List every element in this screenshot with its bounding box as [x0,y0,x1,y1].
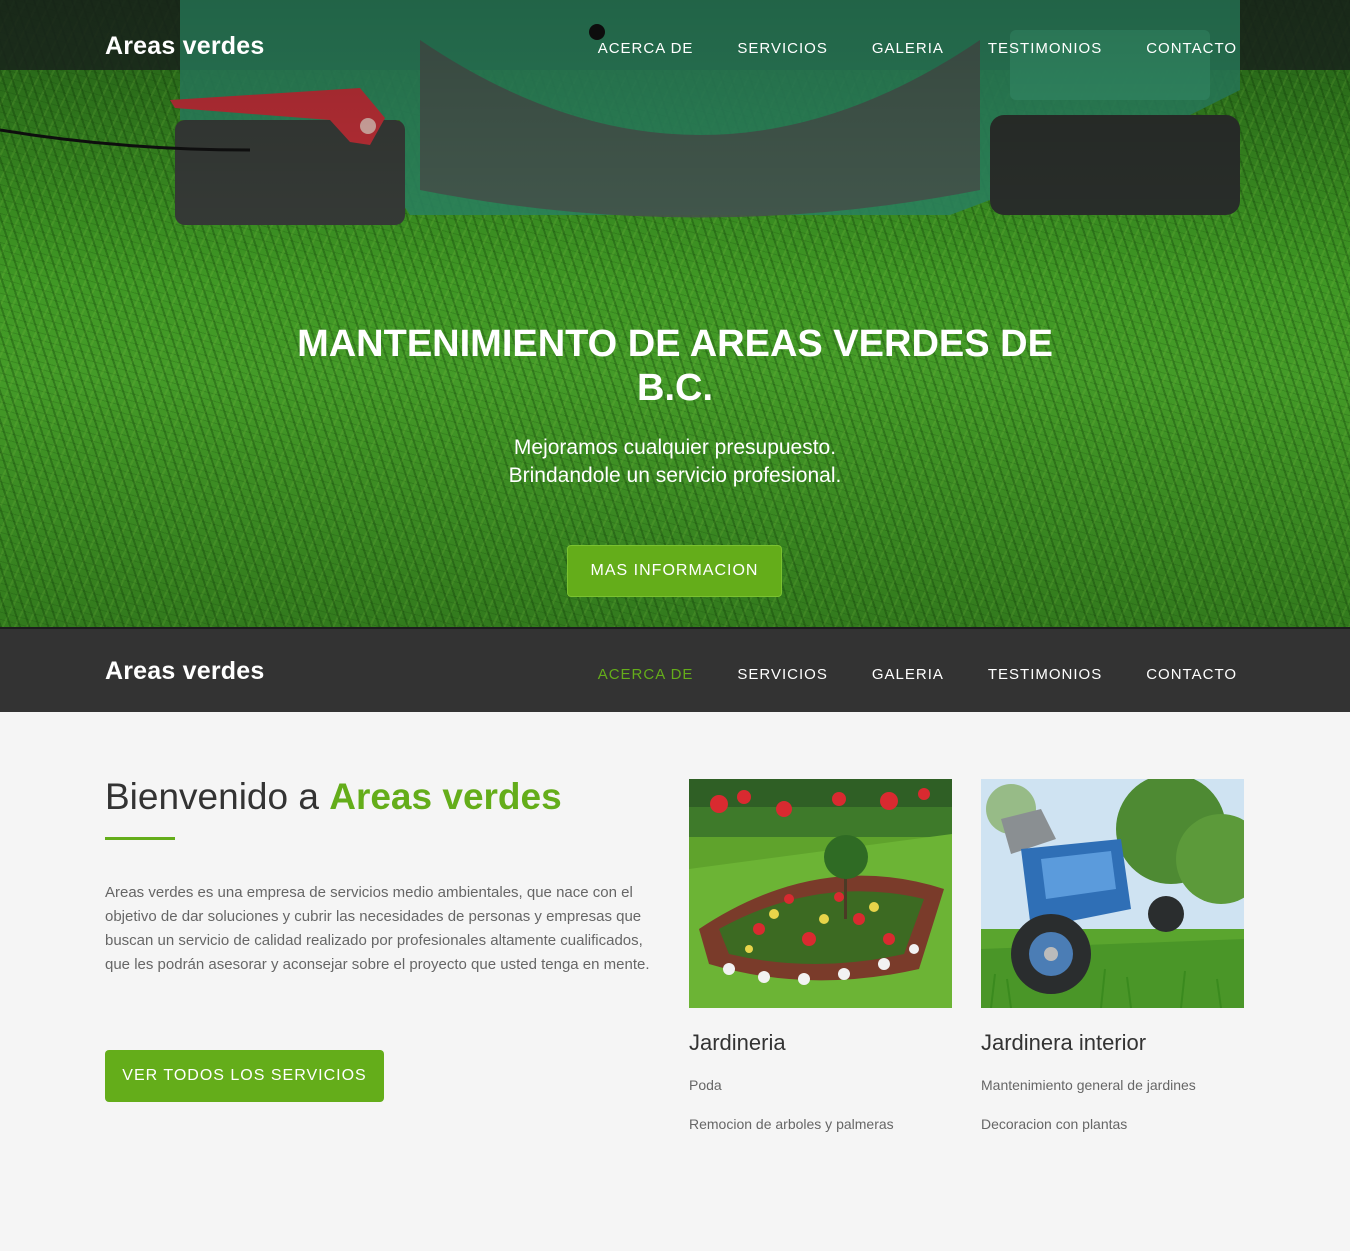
nav-acerca-de-active[interactable]: ACERCA DE [598,666,694,683]
about-description: Areas verdes es una empresa de servicios… [105,884,650,973]
main-nav-links: ACERCA DE SERVICIOS GALERIA TESTIMONIOS … [598,666,1237,683]
nav-acerca-de[interactable]: ACERCA DE [598,40,694,57]
lawn-mower-photo[interactable] [981,779,1244,1008]
card-title: Jardinera interior [981,1030,1147,1055]
all-services-button[interactable]: VER TODOS LOS SERVICIOS [105,1050,384,1102]
card-item: Decoracion con plantas [981,1116,1128,1132]
brand-logo[interactable]: Areas verdes [105,32,264,61]
nav-galeria[interactable]: GALERIA [872,666,944,683]
hero-title: MANTENIMIENTO DE AREAS VERDES DE B.C. [297,323,1053,409]
service-card-jardinera-interior: Jardinera interior Mantenimiento general… [981,779,1244,1132]
service-card-jardineria: Jardineria Poda Remocion de arboles y pa… [689,779,952,1132]
nav-galeria[interactable]: GALERIA [872,40,944,57]
nav-testimonios[interactable]: TESTIMONIOS [988,666,1102,683]
card-item: Remocion de arboles y palmeras [689,1116,894,1132]
card-title: Jardineria [689,1030,786,1055]
flower-garden-image[interactable] [689,779,952,1008]
nav-contacto[interactable]: CONTACTO [1146,40,1237,57]
about-title: Bienvenido a Areas verdes [105,776,562,818]
about-title-accent: Areas verdes [329,776,562,817]
nav-servicios[interactable]: SERVICIOS [737,40,827,57]
card-item: Mantenimiento general de jardines [981,1077,1196,1093]
about-title-prefix: Bienvenido a [105,776,330,817]
hero-content: MANTENIMIENTO DE AREAS VERDES DE B.C. Me… [0,322,1350,490]
top-nav-links: ACERCA DE SERVICIOS GALERIA TESTIMONIOS … [598,40,1237,57]
hero-subtitle: Mejoramos cualquier presupuesto. Brindan… [0,434,1350,490]
brand-logo[interactable]: Areas verdes [105,657,264,686]
card-item: Poda [689,1077,722,1093]
nav-contacto[interactable]: CONTACTO [1146,666,1237,683]
main-navbar: Areas verdes ACERCA DE SERVICIOS GALERIA… [0,627,1350,712]
title-divider [105,837,175,840]
nav-servicios[interactable]: SERVICIOS [737,666,827,683]
nav-testimonios[interactable]: TESTIMONIOS [988,40,1102,57]
top-navbar: Areas verdes ACERCA DE SERVICIOS GALERIA… [0,0,1350,96]
hero-subtitle-line-1: Mejoramos cualquier presupuesto. [513,436,837,459]
more-info-button[interactable]: MAS INFORMACION [567,545,782,597]
hero-subtitle-line-2: Brindandole un servicio profesional. [508,464,842,487]
